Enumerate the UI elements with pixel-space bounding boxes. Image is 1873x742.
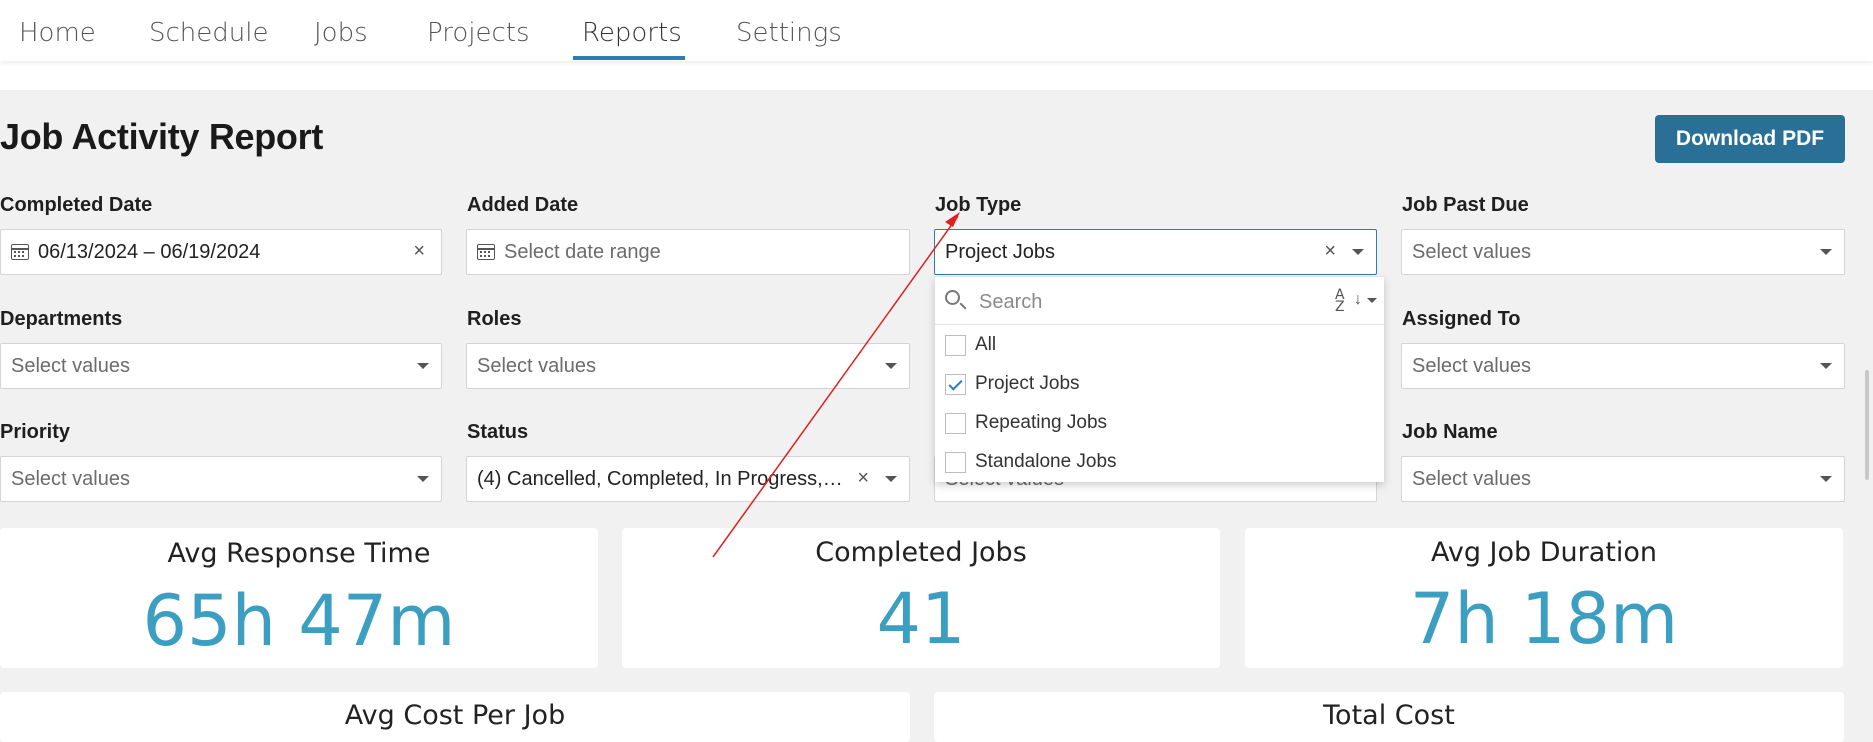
metric-card-total-cost: Total Cost [934,692,1844,742]
chevron-down-icon [417,363,429,369]
dropdown-search-bar: AZ ↓ [935,277,1384,325]
option-label: Repeating Jobs [975,412,1108,433]
metric-value: 41 [876,578,966,660]
metric-title: Avg Response Time [167,538,431,569]
completed-date-value: 06/13/2024 – 06/19/2024 [38,240,261,263]
status-select[interactable]: (4) Cancelled, Completed, In Progress, S… [466,456,910,502]
tab-home[interactable]: Home [19,18,96,48]
metric-card-avg-job-duration: Avg Job Duration 7h 18m [1245,528,1843,668]
sort-az-icon[interactable]: AZ [1335,288,1345,314]
departments-label: Departments [0,308,123,330]
option-label: Project Jobs [975,373,1080,394]
priority-label: Priority [0,421,71,443]
page-title: Job Activity Report [0,116,324,157]
checkbox[interactable] [945,334,966,356]
job-past-due-placeholder: Select values [1412,240,1531,263]
metric-card-completed-jobs: Completed Jobs 41 [622,528,1220,668]
job-past-due-label: Job Past Due [1402,194,1529,216]
metric-card-avg-response-time: Avg Response Time 65h 47m [0,528,598,668]
clear-icon[interactable]: × [413,240,425,263]
completed-date-picker[interactable]: 06/13/2024 – 06/19/2024 × [0,229,442,275]
download-pdf-button[interactable]: Download PDF [1655,115,1845,163]
chevron-down-icon [1820,249,1832,255]
calendar-icon [11,244,29,260]
metric-value: 65h 47m [142,580,456,662]
metric-card-avg-cost-per-job: Avg Cost Per Job [0,692,910,742]
job-name-label: Job Name [1402,421,1498,443]
assigned-to-placeholder: Select values [1412,354,1531,377]
checkbox-checked[interactable] [945,373,966,395]
dropdown-option-project-jobs[interactable]: Project Jobs [945,369,1080,399]
chevron-down-icon [1820,363,1832,369]
tab-schedule[interactable]: Schedule [149,18,268,48]
priority-placeholder: Select values [11,467,130,490]
tab-settings[interactable]: Settings [736,18,842,48]
chevron-down-icon [885,476,897,482]
added-date-picker[interactable]: Select date range [466,229,910,275]
tab-jobs[interactable]: Jobs [314,18,368,48]
metric-title: Avg Cost Per Job [344,700,566,731]
roles-select[interactable]: Select values [466,343,910,389]
chevron-down-icon[interactable] [1367,298,1377,303]
active-tab-indicator [573,56,685,60]
tab-reports[interactable]: Reports [582,18,682,48]
calendar-icon [477,244,495,260]
roles-placeholder: Select values [477,354,596,377]
roles-label: Roles [467,308,522,330]
added-date-placeholder: Select date range [504,240,661,263]
job-name-select[interactable]: Select values [1401,456,1845,502]
checkbox[interactable] [945,412,966,434]
dropdown-search-input[interactable] [977,287,1281,317]
dropdown-option-standalone-jobs[interactable]: Standalone Jobs [945,447,1117,477]
tab-projects[interactable]: Projects [427,18,530,48]
departments-placeholder: Select values [11,354,130,377]
top-navigation: Home Schedule Jobs Projects Reports Sett… [0,0,1873,61]
clear-icon[interactable]: × [857,467,869,490]
metric-title: Avg Job Duration [1430,537,1658,568]
chevron-down-icon [885,363,897,369]
priority-select[interactable]: Select values [0,456,442,502]
departments-select[interactable]: Select values [0,343,442,389]
status-value: (4) Cancelled, Completed, In Progress, S… [477,467,847,490]
metric-value: 7h 18m [1409,578,1679,660]
search-icon [945,290,960,305]
chevron-down-icon [1820,476,1832,482]
job-past-due-select[interactable]: Select values [1401,229,1845,275]
option-label: All [975,334,997,355]
chevron-down-icon [417,476,429,482]
metric-title: Total Cost [1323,700,1455,731]
job-type-label: Job Type [935,194,1022,216]
sort-arrow-icon: ↓ [1354,291,1362,308]
status-label: Status [467,421,529,443]
dropdown-option-repeating-jobs[interactable]: Repeating Jobs [945,408,1107,438]
job-type-dropdown: AZ ↓ All Project Jobs Repeating Jobs Sta… [935,277,1384,482]
job-name-placeholder: Select values [1412,467,1531,490]
assigned-to-select[interactable]: Select values [1401,343,1845,389]
job-type-value: Project Jobs [945,240,1056,263]
completed-date-label: Completed Date [0,194,153,216]
metric-title: Completed Jobs [815,537,1027,568]
chevron-down-icon [1352,249,1364,255]
clear-icon[interactable]: × [1324,240,1336,263]
checkbox[interactable] [945,451,966,473]
option-label: Standalone Jobs [975,451,1117,472]
dropdown-option-all[interactable]: All [945,330,996,360]
assigned-to-label: Assigned To [1402,308,1521,330]
added-date-label: Added Date [467,194,579,216]
job-type-select[interactable]: Project Jobs × [934,229,1377,275]
page-scrollbar[interactable] [1865,370,1869,480]
